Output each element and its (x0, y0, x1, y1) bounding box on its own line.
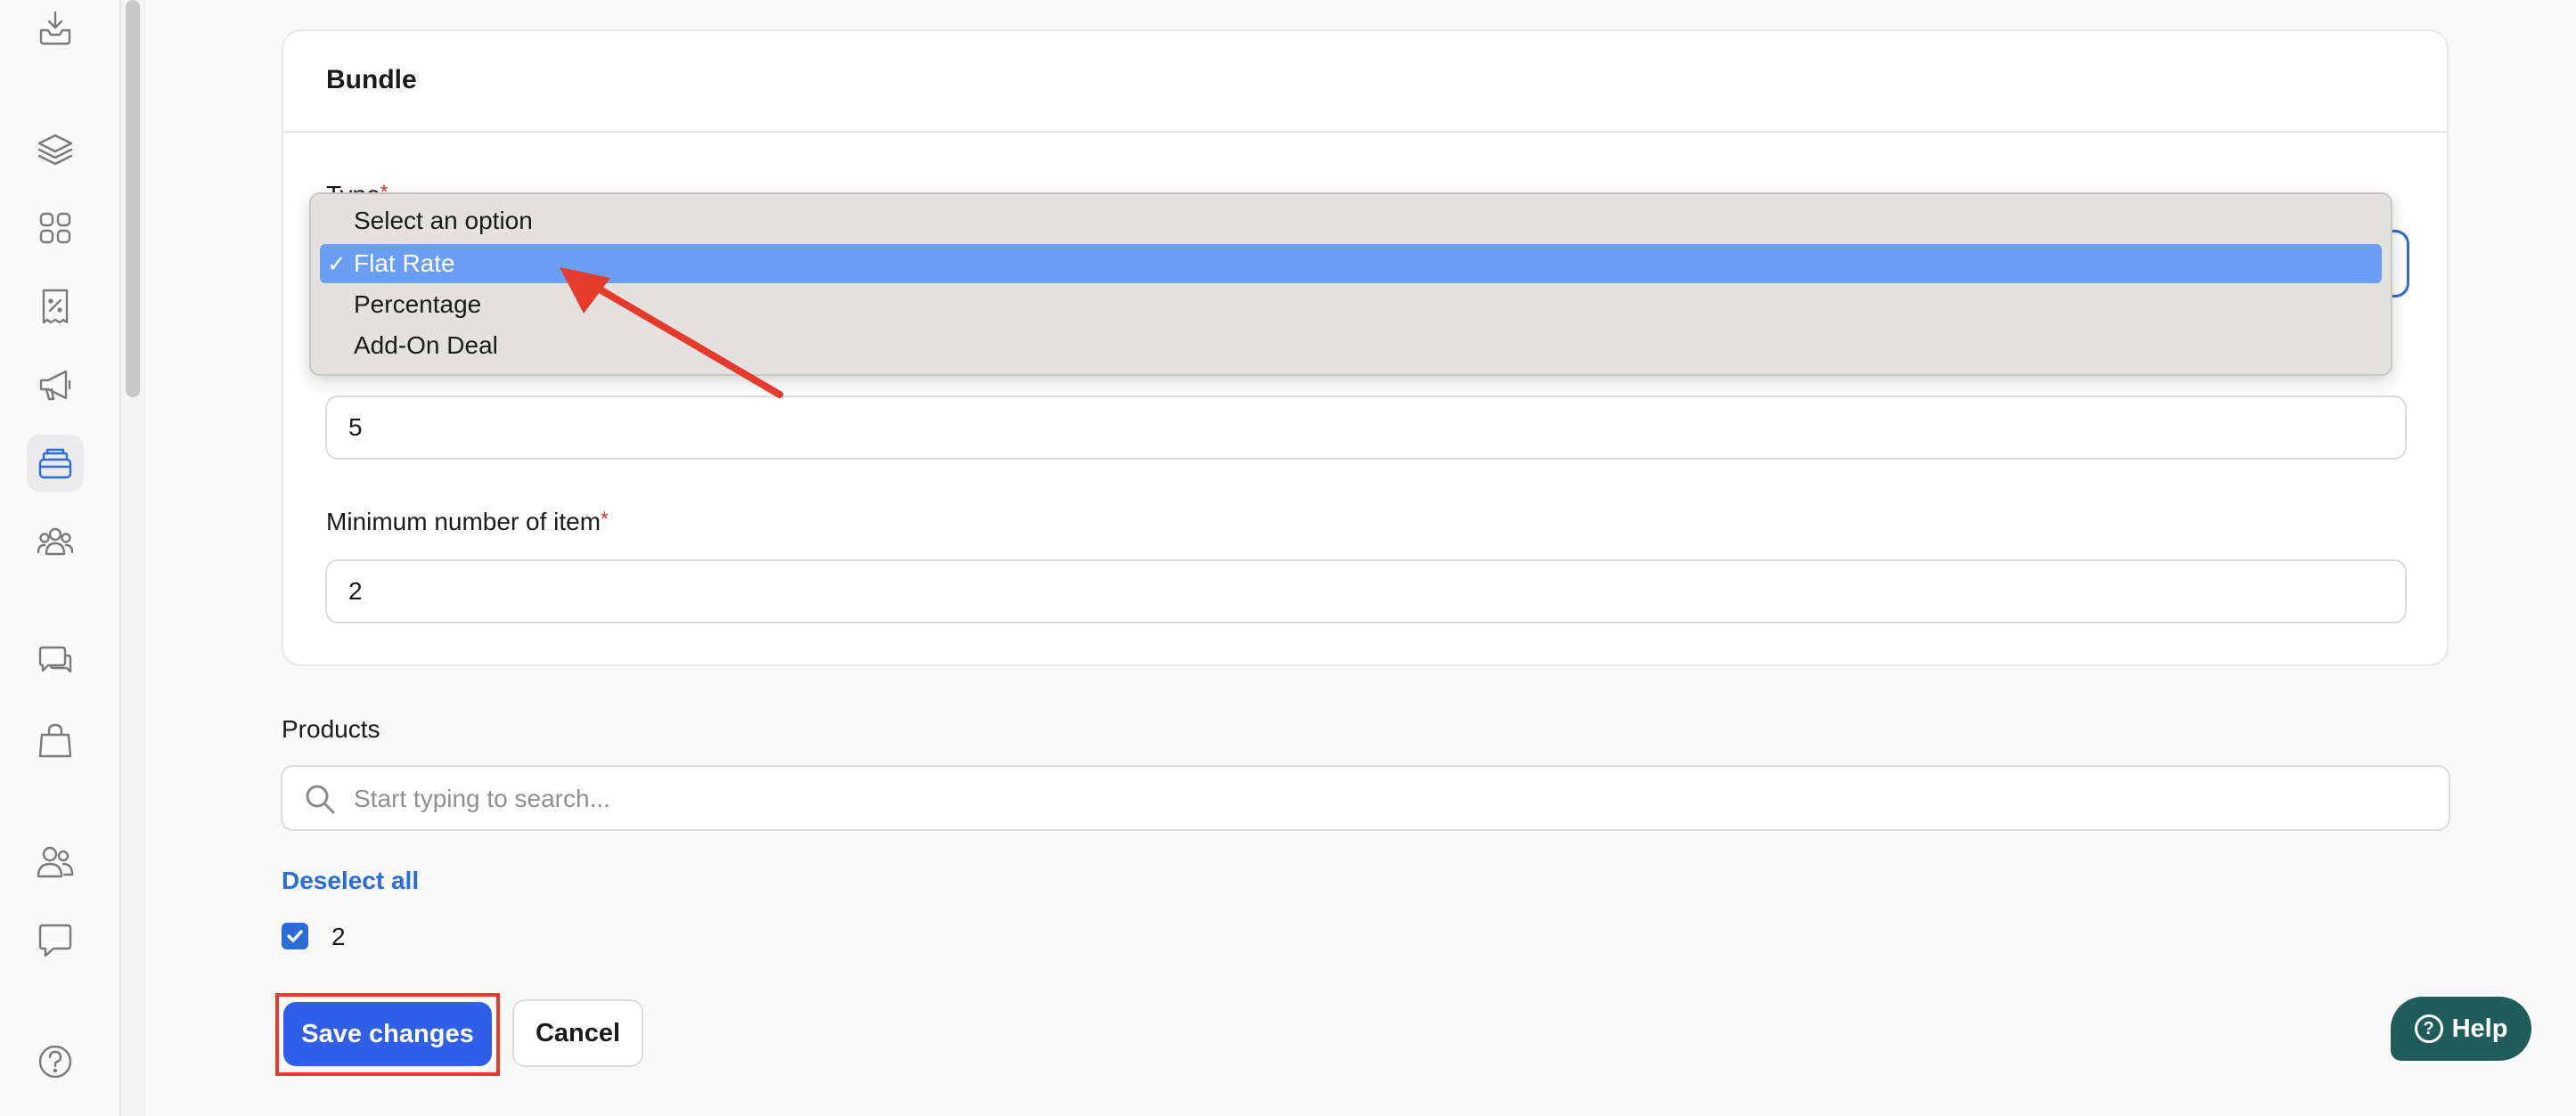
min-items-label-text: Minimum number of item (326, 508, 601, 535)
option-label: Add-On Deal (354, 331, 498, 359)
layers-icon[interactable] (27, 121, 84, 178)
card-divider (283, 131, 2447, 133)
deselect-all-link[interactable]: Deselect all (282, 867, 419, 895)
option-label: Percentage (354, 290, 482, 318)
product-item-label: 2 (331, 923, 346, 950)
option-add-on-deal[interactable]: Add-On Deal (320, 326, 2382, 365)
customers-group-icon[interactable] (27, 513, 84, 570)
min-items-value: 2 (348, 577, 363, 605)
min-items-input[interactable]: 2 (325, 559, 2407, 623)
option-flat-rate[interactable]: ✓ Flat Rate (320, 244, 2382, 283)
search-icon (306, 785, 335, 814)
grid-icon[interactable] (27, 200, 84, 257)
search-placeholder: Start typing to search... (354, 785, 610, 812)
users-icon[interactable] (27, 834, 84, 891)
option-percentage[interactable]: Percentage (320, 285, 2382, 324)
product-checkbox[interactable] (282, 923, 308, 949)
card-title: Bundle (326, 65, 417, 94)
checkmark-icon (287, 930, 303, 942)
required-asterisk: * (601, 508, 609, 530)
sidebar (0, 0, 121, 1116)
chat-bubbles-icon[interactable] (27, 634, 84, 691)
inbox-download-icon[interactable] (27, 0, 84, 57)
question-icon: ? (2414, 1014, 2443, 1043)
message-icon[interactable] (27, 912, 84, 969)
option-label: Select an option (354, 207, 533, 234)
help-button[interactable]: ? Help (2391, 997, 2531, 1061)
shopping-bag-icon[interactable] (27, 713, 84, 770)
discount-receipt-icon[interactable] (27, 278, 84, 335)
checkmark-icon: ✓ (327, 249, 347, 277)
products-label: Products (282, 715, 380, 743)
help-label: Help (2451, 1014, 2508, 1043)
megaphone-icon[interactable] (27, 356, 84, 413)
sidebar-scrollbar-thumb[interactable] (126, 0, 140, 397)
min-items-label: Minimum number of item* (326, 508, 609, 536)
cancel-button[interactable]: Cancel (512, 999, 643, 1067)
save-changes-button[interactable]: Save changes (283, 1002, 492, 1066)
type-dropdown-menu: Select an option ✓ Flat Rate Percentage … (309, 192, 2392, 376)
option-select-an-option[interactable]: Select an option (320, 201, 2382, 240)
bundle-icon[interactable] (27, 435, 84, 492)
help-circle-icon[interactable] (27, 1033, 84, 1090)
option-label: Flat Rate (354, 249, 455, 277)
amount-value: 5 (348, 413, 363, 441)
amount-input[interactable]: 5 (325, 395, 2407, 460)
products-search-input[interactable]: Start typing to search... (281, 765, 2450, 831)
